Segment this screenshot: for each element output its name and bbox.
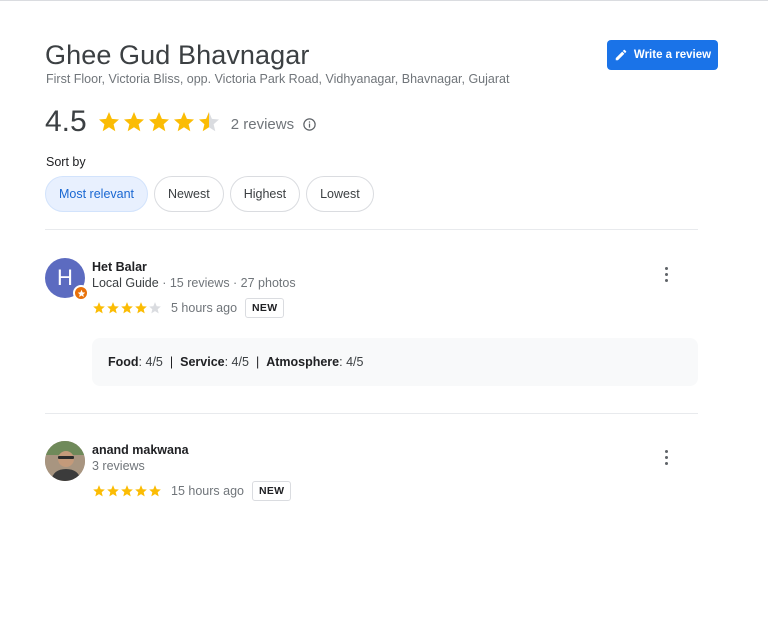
more-vert-icon[interactable] bbox=[658, 445, 674, 469]
star-icon bbox=[121, 302, 133, 314]
star-icon bbox=[93, 485, 105, 497]
review-rating-row: 15 hours ago NEW bbox=[92, 481, 292, 501]
avatar-photo bbox=[45, 441, 85, 481]
reviewer-meta: Local Guide · 15 reviews · 27 photos bbox=[92, 276, 296, 290]
reviewer-stats: · 15 reviews · 27 photos bbox=[158, 276, 296, 290]
star-icon bbox=[148, 112, 169, 132]
subrating-separator: | bbox=[169, 355, 174, 369]
star-icon bbox=[121, 485, 133, 497]
star-icon bbox=[107, 485, 119, 497]
star-icon bbox=[135, 302, 147, 314]
info-icon[interactable] bbox=[302, 117, 317, 132]
sort-chip-most-relevant[interactable]: Most relevant bbox=[45, 176, 149, 212]
avatar-letter: H bbox=[57, 265, 73, 290]
review-stars bbox=[92, 301, 162, 315]
sort-chips: Most relevant Newest Highest Lowest bbox=[45, 176, 374, 212]
sub-ratings: Food: 4/5 | Service: 4/5 | Atmosphere: 4… bbox=[92, 338, 698, 386]
review-count[interactable]: 2 reviews bbox=[231, 116, 294, 133]
avatar[interactable] bbox=[45, 441, 85, 481]
review-stars bbox=[92, 484, 162, 498]
review-item: H Het Balar Local Guide · 15 reviews · 2… bbox=[45, 258, 698, 388]
reviewer-name[interactable]: anand makwana bbox=[92, 443, 189, 457]
star-icon bbox=[123, 112, 144, 132]
star-icon bbox=[149, 485, 161, 497]
star-icon bbox=[93, 302, 105, 314]
star-icon bbox=[98, 112, 119, 132]
reviewer-stats: 3 reviews bbox=[92, 459, 145, 473]
review-time: 5 hours ago bbox=[171, 301, 238, 315]
subrating-atmosphere-value: : 4/5 bbox=[339, 355, 364, 369]
pencil-icon bbox=[615, 49, 627, 61]
section-divider bbox=[45, 229, 698, 230]
subrating-service-label: Service bbox=[180, 355, 225, 369]
reviewer-name[interactable]: Het Balar bbox=[92, 260, 147, 274]
new-badge: NEW bbox=[245, 298, 285, 318]
place-address: First Floor, Victoria Bliss, opp. Victor… bbox=[46, 72, 510, 86]
review-rating-row: 5 hours ago NEW bbox=[92, 298, 285, 318]
subrating-food-value: : 4/5 bbox=[138, 355, 163, 369]
sort-chip-lowest[interactable]: Lowest bbox=[306, 176, 374, 212]
star-icon bbox=[198, 112, 219, 132]
star-icon bbox=[149, 302, 161, 314]
new-badge: NEW bbox=[251, 481, 292, 501]
local-guide-star-icon bbox=[73, 285, 89, 301]
star-icon bbox=[135, 485, 147, 497]
sort-chip-newest[interactable]: Newest bbox=[154, 176, 224, 212]
subrating-separator: | bbox=[255, 355, 260, 369]
more-vert-icon[interactable] bbox=[658, 262, 674, 286]
average-rating-stars bbox=[97, 110, 221, 134]
local-guide-label: Local Guide bbox=[92, 276, 159, 290]
write-review-button[interactable]: Write a review bbox=[607, 40, 718, 70]
star-icon bbox=[173, 112, 194, 132]
place-title: Ghee Gud Bhavnagar bbox=[45, 40, 310, 70]
sort-chip-highest[interactable]: Highest bbox=[229, 176, 301, 212]
write-review-label: Write a review bbox=[633, 49, 712, 61]
sort-label: Sort by bbox=[46, 155, 86, 169]
review-item: anand makwana 3 reviews 15 hours ago NEW bbox=[45, 441, 698, 511]
subrating-atmosphere-label: Atmosphere bbox=[266, 355, 340, 369]
star-icon bbox=[107, 302, 119, 314]
subrating-service-value: : 4/5 bbox=[224, 355, 249, 369]
average-rating: 4.5 bbox=[45, 105, 87, 138]
subrating-food-label: Food bbox=[108, 355, 139, 369]
top-divider bbox=[0, 0, 768, 1]
avatar[interactable]: H bbox=[45, 258, 89, 301]
rating-summary: 4.5 2 reviews bbox=[45, 102, 317, 142]
review-time: 15 hours ago bbox=[171, 484, 244, 498]
review-divider bbox=[45, 413, 698, 414]
